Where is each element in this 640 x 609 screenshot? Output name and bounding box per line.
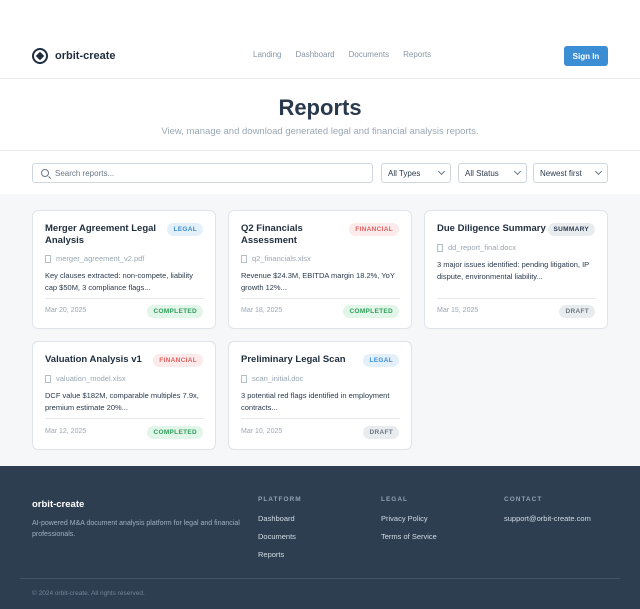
footer-platform-column: PLATFORM Dashboard Documents Reports [258,496,302,559]
chevron-down-icon [594,167,603,176]
report-date: Mar 12, 2025 [45,428,87,435]
report-card[interactable]: Merger Agreement Legal Analysis LEGAL me… [32,210,216,329]
file-icon [45,374,51,383]
footer-brand: orbit-create [32,499,85,510]
hero-divider [0,150,640,151]
report-description: Revenue $24.3M, EBITDA margin 18.2%, YoY… [241,271,395,292]
report-title: Merger Agreement Legal Analysis [45,223,157,246]
top-nav: orbit-create Landing Dashboard Documents… [0,40,640,72]
status-filter-select[interactable]: All Status [458,163,527,183]
file-name-text: valuation_model.xlsx [56,374,126,383]
report-date: Mar 10, 2025 [241,428,283,435]
footer-link-dashboard[interactable]: Dashboard [258,514,302,523]
report-description: DCF value $182M, comparable multiples 7.… [45,391,199,412]
report-card[interactable]: Q2 Financials Assessment FINANCIAL q2_fi… [228,210,412,329]
type-badge: FINANCIAL [349,223,399,236]
nav-link-reports[interactable]: Reports [403,50,431,59]
card-divider [45,298,204,299]
status-filter-value: All Status [465,168,499,178]
chevron-down-icon [437,167,446,176]
chevron-down-icon [513,167,522,176]
file-icon [437,243,443,252]
footer-link-documents[interactable]: Documents [258,532,302,541]
header-divider [0,78,640,79]
card-divider [241,298,400,299]
status-badge: COMPLETED [147,305,203,318]
report-date: Mar 15, 2025 [437,307,479,314]
file-name: dd_report_final.docx [437,243,516,252]
search-icon [41,169,49,177]
search-input[interactable] [55,168,355,178]
report-title: Due Diligence Summary [437,223,546,234]
file-name-text: scan_initial.doc [252,374,304,383]
type-filter-select[interactable]: All Types [381,163,451,183]
type-badge: LEGAL [167,223,203,236]
logo[interactable]: orbit-create [32,48,116,64]
report-description: 3 potential red flags identified in empl… [241,391,390,412]
status-badge: COMPLETED [147,426,203,439]
file-name: scan_initial.doc [241,374,303,383]
footer-contact-email[interactable]: support@orbit-create.com [504,514,591,523]
file-name: q2_financials.xlsx [241,254,311,263]
logo-text: orbit-create [55,50,116,62]
report-card[interactable]: Preliminary Legal Scan LEGAL scan_initia… [228,341,412,450]
nav-link-landing[interactable]: Landing [253,50,281,59]
footer-legal-column: LEGAL Privacy Policy Terms of Service [381,496,437,541]
page-subtitle: View, manage and download generated lega… [161,126,479,137]
footer-copyright: © 2024 orbit-create. All rights reserved… [32,590,145,597]
report-description: 3 major issues identified: pending litig… [437,260,590,281]
footer-platform-heading: PLATFORM [258,496,302,503]
report-card[interactable]: Valuation Analysis v1 FINANCIAL valuatio… [32,341,216,450]
card-divider [45,418,204,419]
sign-in-button[interactable]: Sign In [564,46,608,66]
logo-icon [32,48,48,64]
footer-contact-heading: CONTACT [504,496,543,503]
file-name-text: merger_agreement_v2.pdf [56,254,145,263]
file-name: merger_agreement_v2.pdf [45,254,144,263]
report-title: Q2 Financials Assessment [241,223,303,246]
footer-description: AI-powered M&A document analysis platfor… [32,520,240,538]
file-name-text: q2_financials.xlsx [252,254,311,263]
footer-link-terms[interactable]: Terms of Service [381,532,437,541]
nav-links: Landing Dashboard Documents Reports [253,50,431,59]
file-icon [241,374,247,383]
type-filter-value: All Types [388,168,421,178]
footer-legal-heading: LEGAL [381,496,409,503]
file-name: valuation_model.xlsx [45,374,126,383]
card-divider [437,298,596,299]
reports-grid: Merger Agreement Legal Analysis LEGAL me… [0,194,640,466]
file-icon [241,254,247,263]
sort-select[interactable]: Newest first [533,163,608,183]
report-date: Mar 20, 2025 [45,307,87,314]
status-badge: DRAFT [559,305,595,318]
status-badge: COMPLETED [343,305,399,318]
footer-link-reports[interactable]: Reports [258,550,302,559]
footer: orbit-create AI-powered M&A document ana… [0,466,640,609]
report-description: Key clauses extracted: non-compete, liab… [45,271,193,292]
type-badge: LEGAL [363,354,399,367]
report-title: Preliminary Legal Scan [241,354,346,365]
file-name-text: dd_report_final.docx [448,243,516,252]
nav-link-documents[interactable]: Documents [349,50,389,59]
card-divider [241,418,400,419]
page-title: Reports [278,95,362,120]
status-badge: DRAFT [363,426,399,439]
type-badge: FINANCIAL [153,354,203,367]
footer-divider [20,578,620,579]
footer-contact-column: CONTACT support@orbit-create.com [504,496,591,523]
sort-value: Newest first [540,168,582,178]
type-badge: SUMMARY [547,223,595,236]
file-icon [45,254,51,263]
footer-link-privacy[interactable]: Privacy Policy [381,514,437,523]
nav-link-dashboard[interactable]: Dashboard [295,50,334,59]
search-box[interactable] [32,163,373,183]
report-title: Valuation Analysis v1 [45,354,142,365]
report-date: Mar 18, 2025 [241,307,283,314]
report-card[interactable]: Due Diligence Summary SUMMARY dd_report_… [424,210,608,329]
